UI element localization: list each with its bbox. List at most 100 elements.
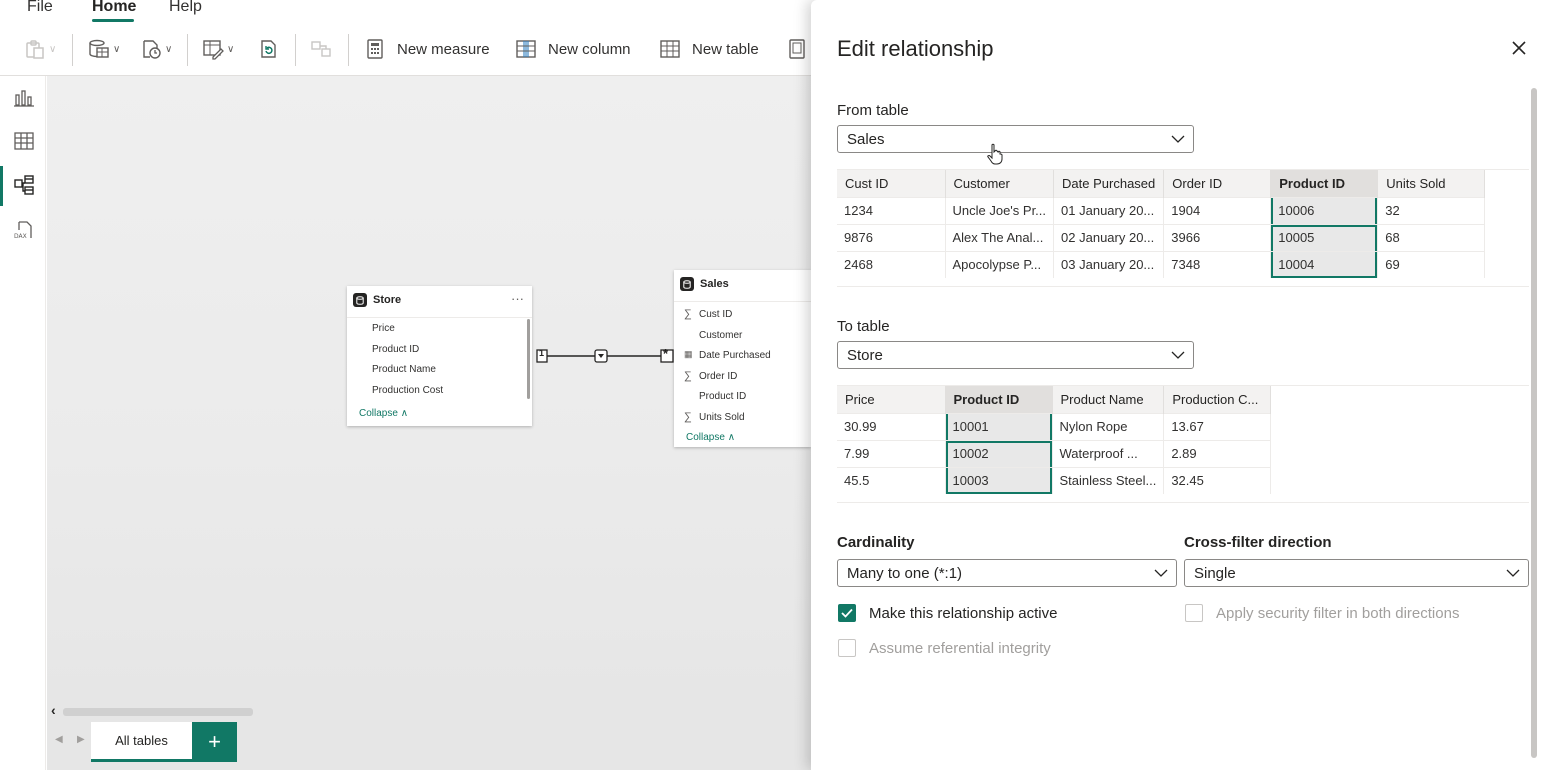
column-header[interactable]: Cust ID xyxy=(837,170,946,197)
table-cell: Alex The Anal... xyxy=(945,223,1055,251)
relationship-connector[interactable] xyxy=(527,344,677,368)
edit-relationship-dialog: Edit relationship From table Sales Cust … xyxy=(811,0,1541,770)
page-tab-bar: ◀ ▶ All tables + xyxy=(47,720,811,770)
crossfilter-dropdown[interactable]: Single xyxy=(1184,559,1529,587)
table-cell: 13.67 xyxy=(1163,412,1272,440)
checkmark-icon xyxy=(841,608,853,618)
scroll-left-icon[interactable]: ‹ xyxy=(51,702,56,718)
menu-home[interactable]: Home xyxy=(92,0,136,16)
table-view-button[interactable] xyxy=(12,129,36,153)
security-filter-checkbox[interactable] xyxy=(1185,604,1203,622)
column-header[interactable]: Price xyxy=(837,386,946,413)
field-item[interactable]: ∑ Order ID xyxy=(684,370,737,382)
model-view-button[interactable] xyxy=(12,173,36,197)
menu-help[interactable]: Help xyxy=(169,0,202,16)
add-layout-button[interactable]: + xyxy=(192,722,237,762)
table-cell: Stainless Steel... xyxy=(1052,466,1165,494)
store-table-card[interactable]: Store ··· Price Product ID Product Name … xyxy=(347,286,532,426)
view-rail: DAX xyxy=(0,76,46,770)
active-checkbox[interactable] xyxy=(838,604,856,622)
card-scrollbar[interactable] xyxy=(527,319,530,399)
from-table-label: From table xyxy=(837,102,909,119)
column-header[interactable]: Units Sold xyxy=(1377,170,1486,197)
dax-query-view-button[interactable]: DAX xyxy=(12,218,36,242)
more-options-icon[interactable]: ··· xyxy=(511,291,524,306)
column-header[interactable]: Production C... xyxy=(1163,386,1272,413)
refresh-button[interactable] xyxy=(258,34,280,64)
manage-relationships-button[interactable] xyxy=(310,34,332,64)
field-item[interactable]: Product ID xyxy=(372,344,419,355)
table-cell-selected[interactable]: 10006 xyxy=(1270,196,1379,224)
menu-file[interactable]: File xyxy=(27,0,53,16)
tab-prev-icon[interactable]: ◀ xyxy=(55,734,63,745)
column-header[interactable]: Product Name xyxy=(1052,386,1165,413)
get-data-button[interactable]: ∨ xyxy=(88,34,120,64)
database-icon xyxy=(353,293,367,307)
from-table-dropdown[interactable]: Sales xyxy=(837,125,1194,153)
field-item[interactable]: Customer xyxy=(699,330,742,341)
table-edit-icon xyxy=(203,40,224,60)
integrity-checkbox[interactable] xyxy=(838,639,856,657)
bar-chart-icon xyxy=(14,90,34,107)
ribbon-separator xyxy=(187,34,188,66)
field-item[interactable]: ▦ Date Purchased xyxy=(684,349,771,361)
sales-card-header: Sales xyxy=(680,277,729,291)
table-cell-selected[interactable]: 10001 xyxy=(945,412,1053,440)
collapse-link[interactable]: Collapse ∧ xyxy=(686,432,735,443)
tab-next-icon[interactable]: ▶ xyxy=(77,734,85,745)
field-item[interactable]: Production Cost xyxy=(372,385,443,396)
sales-table-card[interactable]: Sales ∑ Cust ID Customer ▦ Date Purchased … xyxy=(674,270,811,447)
cardinality-label: Cardinality xyxy=(837,534,915,551)
database-icon xyxy=(680,277,694,291)
table-cell-selected[interactable]: 10003 xyxy=(945,466,1053,494)
tab-all-tables[interactable]: All tables xyxy=(91,722,192,762)
collapse-link[interactable]: Collapse ∧ xyxy=(359,408,408,419)
field-item[interactable]: Product Name xyxy=(372,364,436,375)
chevron-down-icon: ∨ xyxy=(113,43,121,55)
chevron-down-icon: ∨ xyxy=(227,43,235,55)
chevron-down-icon: ∨ xyxy=(165,43,173,55)
transform-data-button[interactable]: ∨ xyxy=(202,34,234,64)
field-item[interactable]: ∑ Units Sold xyxy=(684,411,745,423)
table-cell-selected[interactable]: 10002 xyxy=(945,439,1053,467)
close-icon[interactable] xyxy=(1509,38,1529,58)
field-item[interactable]: Price xyxy=(372,323,395,334)
new-table-button[interactable]: New table xyxy=(659,34,759,64)
model-diagram-icon xyxy=(14,175,34,195)
column-header-selected[interactable]: Product ID xyxy=(1270,170,1379,197)
table-cell-selected[interactable]: 10004 xyxy=(1270,250,1379,278)
field-item[interactable]: ∑ Cust ID xyxy=(684,308,732,320)
database-table-icon xyxy=(89,39,109,58)
ribbon-separator xyxy=(72,34,73,66)
recent-sources-button[interactable]: ∨ xyxy=(140,34,172,64)
column-header[interactable]: Order ID xyxy=(1163,170,1272,197)
chevron-down-icon xyxy=(1154,569,1168,577)
paste-button[interactable]: ∨ xyxy=(24,34,56,64)
canvas-horizontal-scrollbar[interactable]: ‹ xyxy=(47,702,811,720)
sales-card-title: Sales xyxy=(700,278,729,290)
to-table-dropdown[interactable]: Store xyxy=(837,341,1194,369)
table-row: 2468 Apocolypse P... 03 January 20... 73… xyxy=(837,250,1486,278)
column-header-selected[interactable]: Product ID xyxy=(945,386,1053,413)
table-cell: 68 xyxy=(1377,223,1486,251)
security-filter-label[interactable]: Apply security filter in both directions xyxy=(1216,605,1459,622)
crossfilter-label: Cross-filter direction xyxy=(1184,534,1332,551)
table-cell-selected[interactable]: 10005 xyxy=(1270,223,1379,251)
column-header[interactable]: Customer xyxy=(945,170,1055,197)
relationship-one-label: 1 xyxy=(539,348,545,358)
table-cell: 7348 xyxy=(1163,250,1272,278)
to-table-value: Store xyxy=(847,347,883,364)
column-header[interactable]: Date Purchased xyxy=(1053,170,1165,197)
new-column-button[interactable]: New column xyxy=(515,34,631,64)
chevron-down-icon xyxy=(1506,569,1520,577)
integrity-checkbox-label[interactable]: Assume referential integrity xyxy=(869,640,1051,657)
report-view-button[interactable] xyxy=(12,86,36,110)
field-item[interactable]: Product ID xyxy=(699,391,746,402)
scrollbar-thumb[interactable] xyxy=(63,708,253,716)
active-checkbox-label[interactable]: Make this relationship active xyxy=(869,605,1057,622)
model-canvas[interactable]: 1 * Store ··· Price Product ID Product N… xyxy=(47,76,811,704)
new-measure-button[interactable]: New measure xyxy=(364,34,490,64)
dialog-scrollbar[interactable] xyxy=(1531,88,1537,758)
more-ribbon-button[interactable] xyxy=(786,34,808,64)
cardinality-dropdown[interactable]: Many to one (*:1) xyxy=(837,559,1177,587)
